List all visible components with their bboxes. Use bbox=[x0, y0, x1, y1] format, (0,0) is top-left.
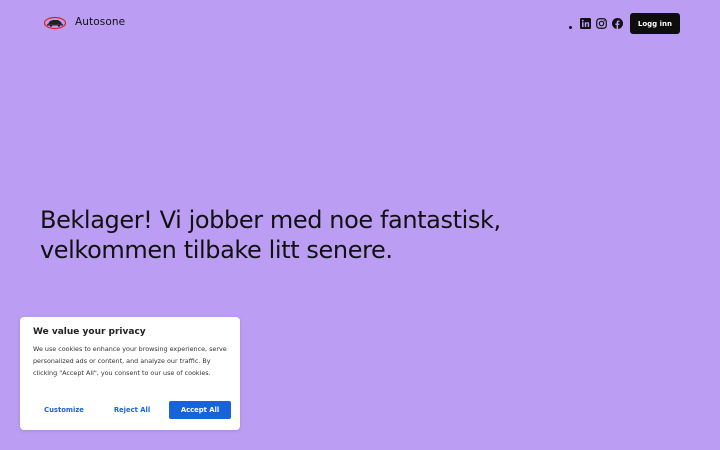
cookie-consent-banner: We value your privacy We use cookies to … bbox=[20, 317, 240, 430]
brand[interactable]: Autosone bbox=[44, 14, 125, 30]
instagram-icon bbox=[596, 18, 608, 29]
separator-dot bbox=[568, 26, 572, 29]
page: Autosone Logg inn Beklager! Vi jobber me… bbox=[0, 0, 720, 450]
header-actions: Logg inn bbox=[568, 13, 680, 34]
headline-line-1: Beklager! Vi jobber med noe fantastisk, bbox=[40, 206, 501, 234]
reject-all-button[interactable]: Reject All bbox=[101, 401, 163, 419]
instagram-link[interactable] bbox=[596, 18, 608, 30]
brand-name: Autosone bbox=[75, 16, 126, 28]
site-header: Autosone Logg inn bbox=[0, 0, 720, 46]
cookie-actions: Customize Reject All Accept All bbox=[33, 401, 231, 419]
car-logo-icon bbox=[44, 16, 66, 30]
facebook-link[interactable] bbox=[612, 18, 624, 30]
facebook-icon bbox=[612, 18, 624, 29]
cookie-title: We value your privacy bbox=[33, 327, 146, 337]
customize-button[interactable]: Customize bbox=[33, 401, 95, 419]
cookie-description: We use cookies to enhance your browsing … bbox=[33, 345, 227, 377]
login-button[interactable]: Logg inn bbox=[629, 13, 680, 34]
accept-all-button[interactable]: Accept All bbox=[169, 401, 231, 419]
headline-line-2: velkommen tilbake litt senere. bbox=[40, 236, 393, 264]
page-headline: Beklager! Vi jobber med noe fantastisk, … bbox=[40, 205, 600, 265]
linkedin-icon bbox=[580, 18, 592, 29]
linkedin-link[interactable] bbox=[580, 18, 592, 30]
